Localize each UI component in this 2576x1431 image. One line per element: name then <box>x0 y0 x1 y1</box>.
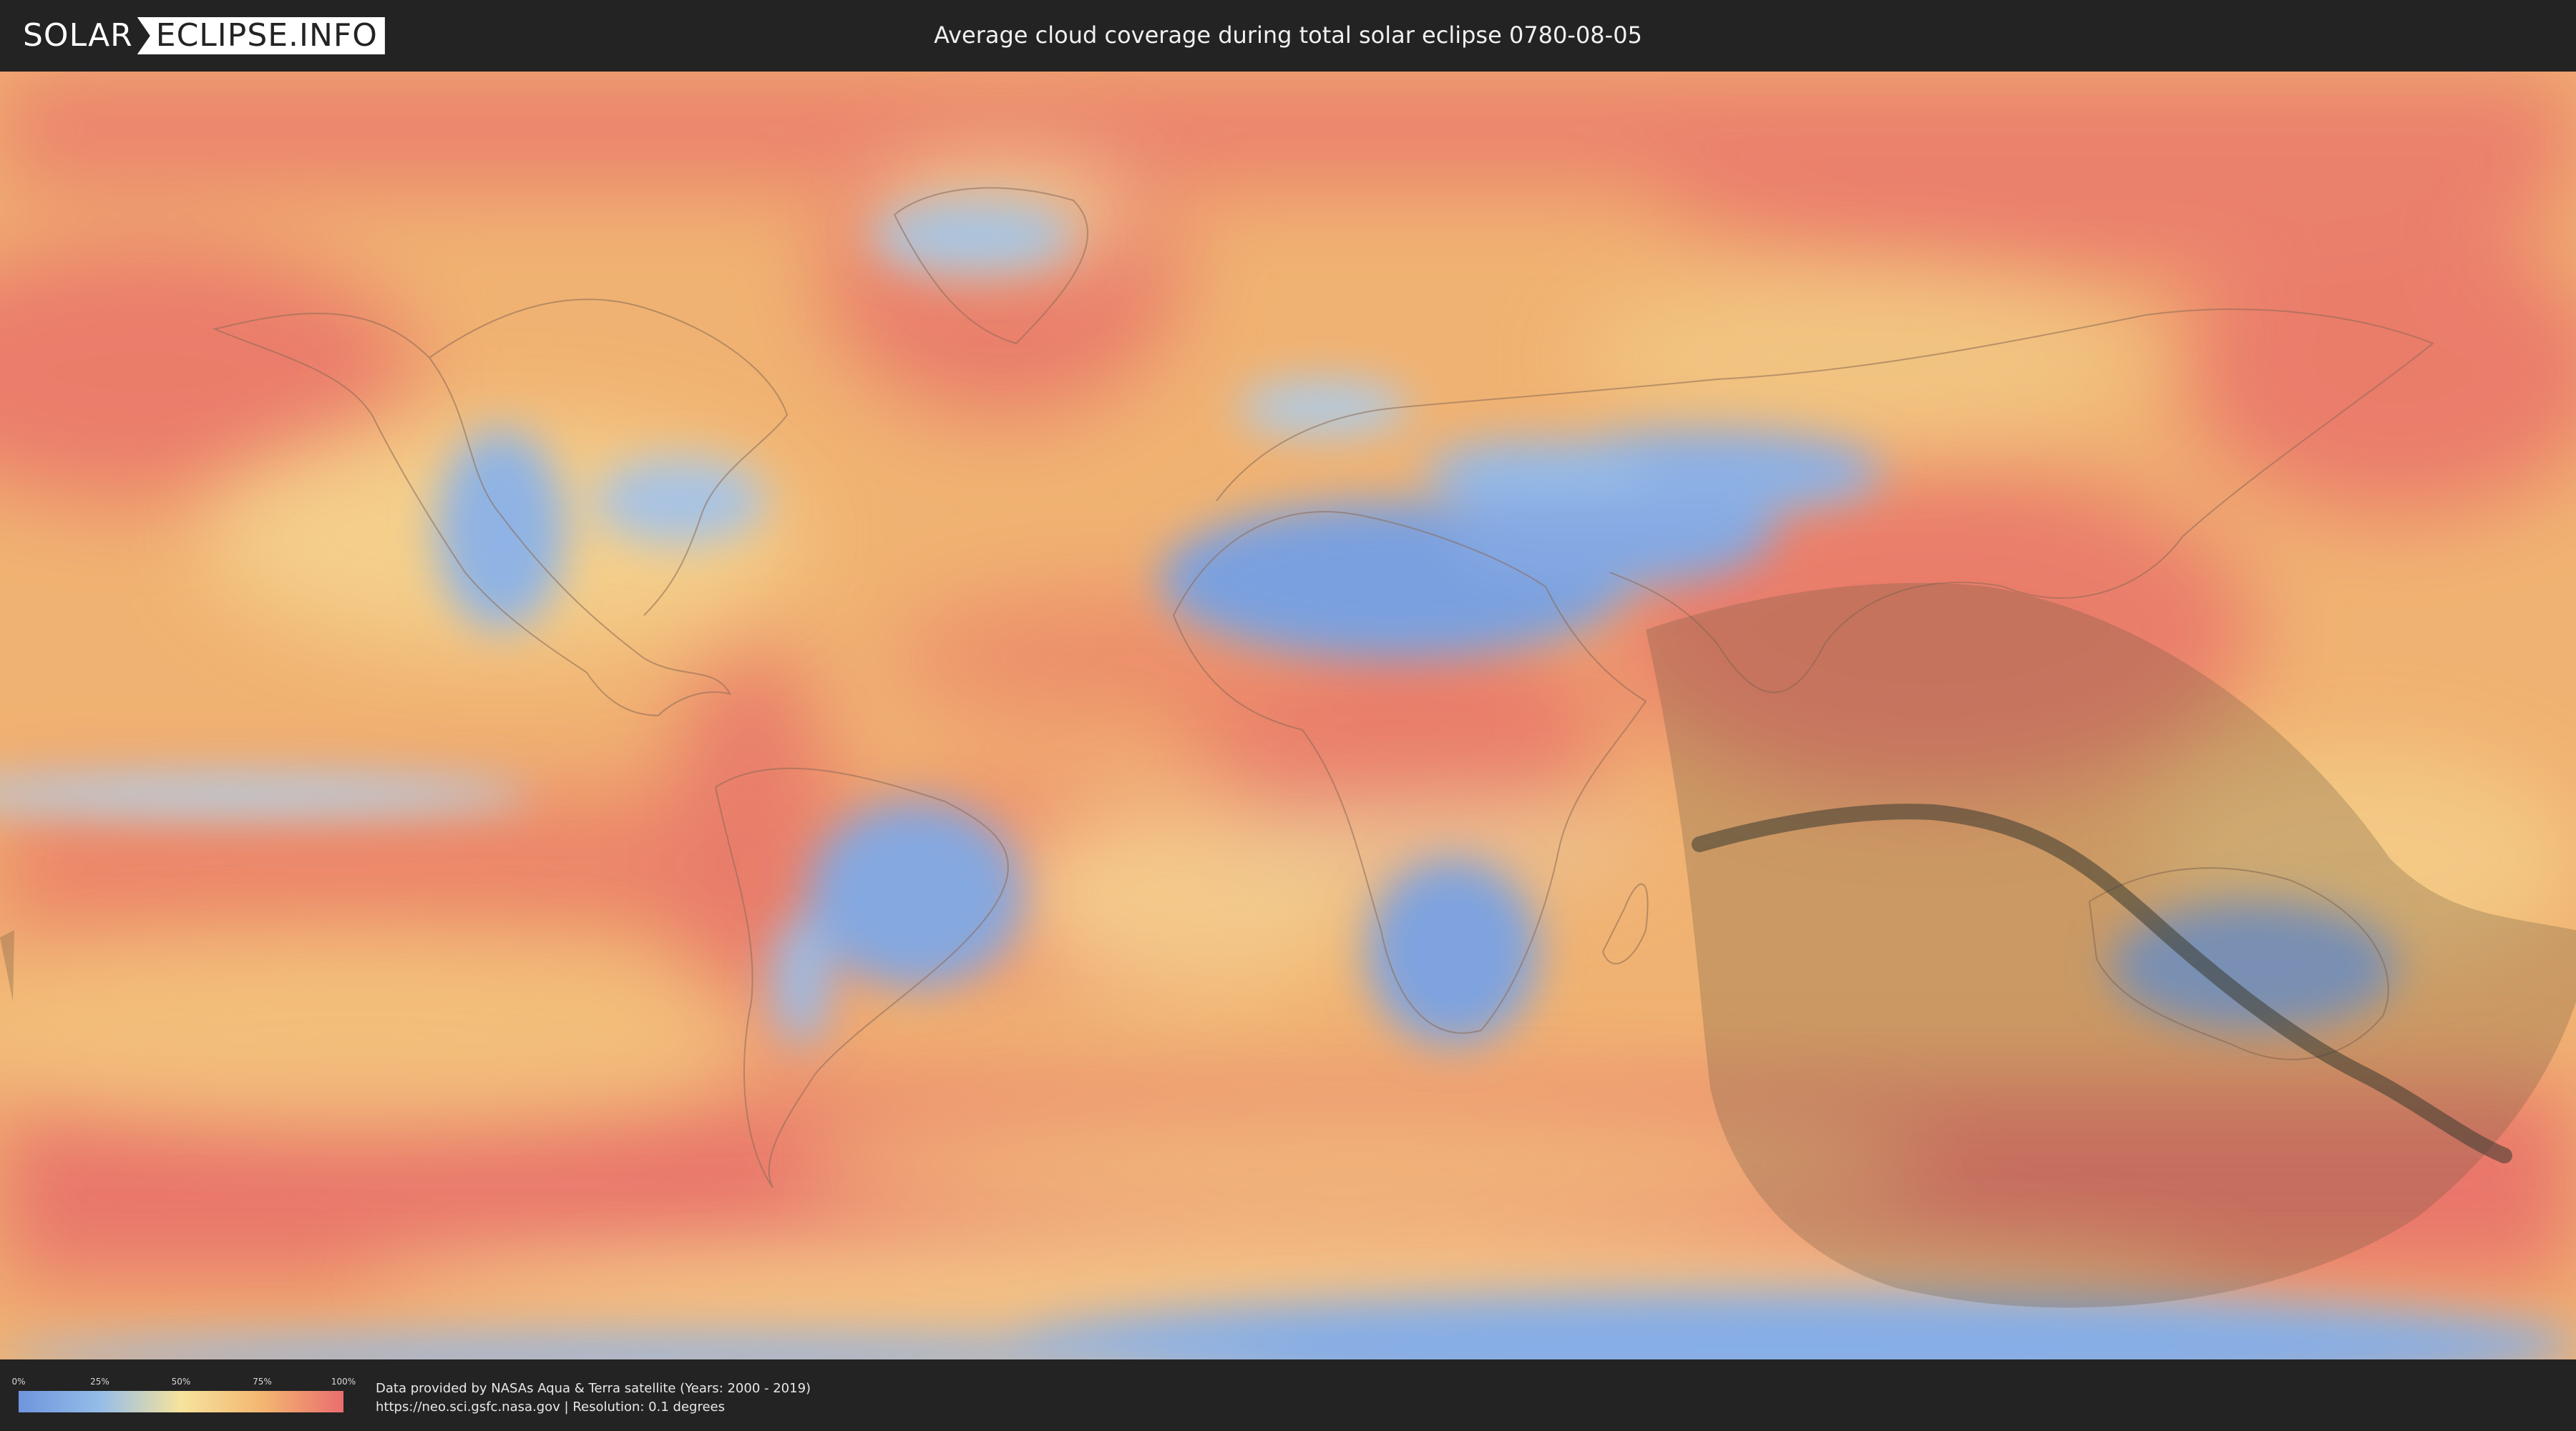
cloud-coverage-legend-bar <box>19 1391 343 1412</box>
data-credits: Data provided by NASAs Aqua & Terra sate… <box>376 1379 811 1417</box>
cloud-coverage-map <box>0 72 2576 1359</box>
legend-tick: 0% <box>11 1377 26 1387</box>
credits-line-1: Data provided by NASAs Aqua & Terra sate… <box>376 1381 811 1396</box>
credits-line-2: https://neo.sci.gsfc.nasa.gov | Resoluti… <box>376 1400 725 1415</box>
page-title: Average cloud coverage during total sola… <box>934 21 1642 49</box>
legend-tick: 100% <box>331 1377 356 1387</box>
header-bar: SOLAR ECLIPSE.INFO Average cloud coverag… <box>0 0 2576 70</box>
legend-tick: 25% <box>90 1377 109 1387</box>
world-map-icon <box>0 72 2576 1359</box>
legend-tick: 75% <box>253 1377 272 1387</box>
legend-ticks: 0% 25% 50% 75% 100% <box>11 1377 356 1388</box>
legend-tick: 50% <box>171 1377 191 1387</box>
